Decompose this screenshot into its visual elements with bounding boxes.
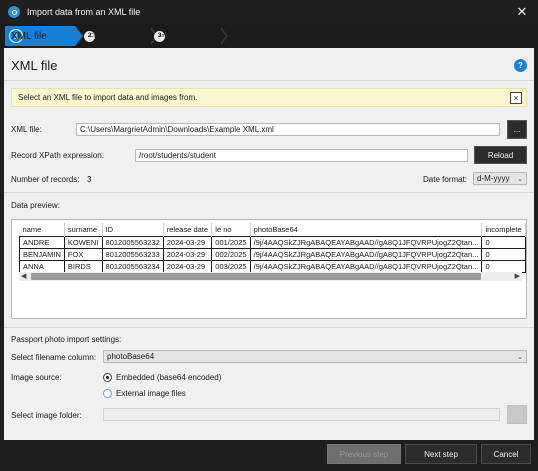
table-row[interactable]: ANDRE KOWENI 8012005563232 2024-03-29 00…: [19, 235, 526, 249]
divider: [4, 80, 534, 81]
column-header[interactable]: incomplete: [481, 223, 526, 236]
xpath-label: Record XPath expression:: [11, 151, 104, 160]
chevron-down-icon: ⌄: [517, 176, 523, 183]
xml-file-label: XML file:: [11, 125, 42, 134]
data-preview-label: Data preview:: [11, 201, 60, 210]
table-cell: 001/2025: [211, 235, 251, 249]
records-label: Number of records:: [11, 175, 80, 184]
column-header[interactable]: surname: [64, 223, 103, 236]
chevron-right-icon: [219, 27, 228, 45]
table-cell: 0: [481, 259, 526, 273]
table-cell: /9j/4AAQSkZJRgABAQEAYABgAAD//gA8Q1JFQVRP…: [250, 235, 483, 249]
column-header[interactable]: name: [19, 223, 65, 236]
data-preview-grid[interactable]: name surname ID release date le no photo…: [11, 219, 527, 319]
table-cell: FOX: [64, 247, 103, 261]
footer-bar: Previous step Next step Cancel: [0, 440, 538, 471]
step-import-data[interactable]: 3 Import data: [154, 26, 228, 46]
table-cell: BENJAMIN: [19, 247, 65, 261]
table-cell: 8012005563233: [102, 247, 164, 261]
cancel-button[interactable]: Cancel: [481, 444, 531, 464]
records-value: 3: [87, 175, 92, 184]
image-folder-field[interactable]: [103, 408, 500, 421]
step-label: XML file: [11, 30, 47, 42]
column-header[interactable]: photoBase64: [250, 223, 483, 236]
filename-column-label: Select filename column:: [11, 353, 96, 362]
table-cell: 2024-03-29: [163, 247, 213, 261]
table-cell: ANDRE: [19, 235, 65, 249]
step-xml-file[interactable]: 1 XML file: [5, 26, 83, 46]
table-cell: BIRDS: [64, 259, 103, 273]
table-cell: 003/2025: [211, 259, 251, 273]
divider: [4, 327, 534, 328]
table-cell: KOWENI: [64, 235, 103, 249]
divider: [4, 192, 534, 193]
info-banner: Select an XML file to import data and im…: [11, 88, 527, 107]
table-cell: 0: [481, 247, 526, 261]
image-source-label: Image source:: [11, 373, 62, 382]
filename-column-value: photoBase64: [107, 352, 155, 361]
embedded-radio[interactable]: [103, 373, 112, 382]
external-radio[interactable]: [103, 389, 112, 398]
table-cell: ANNA: [19, 259, 65, 273]
image-folder-label: Select image folder:: [11, 411, 82, 420]
table-header: name surname ID release date le no photo…: [19, 223, 526, 236]
passport-heading: Passport photo import settings:: [11, 335, 122, 344]
wizard-steps: 1 XML file 2 Configuration 3 Import data: [0, 24, 538, 48]
table-cell: 2024-03-29: [163, 259, 213, 273]
page-title: XML file: [11, 58, 58, 73]
next-step-button[interactable]: Next step: [405, 444, 477, 464]
previous-step-button[interactable]: Previous step: [327, 444, 401, 464]
embedded-radio-label[interactable]: Embedded (base64 encoded): [116, 373, 221, 382]
column-header[interactable]: le no: [211, 223, 251, 236]
dismiss-info-button[interactable]: ×: [510, 92, 522, 104]
date-format-value: d-M-yyyy: [477, 174, 510, 183]
browse-folder-button[interactable]: [507, 405, 527, 424]
main-panel: XML file ? Select an XML file to import …: [4, 48, 534, 440]
table-row[interactable]: BENJAMIN FOX 8012005563233 2024-03-29 00…: [19, 247, 526, 261]
xml-file-field[interactable]: C:\Users\MargrietAdmin\Downloads\Example…: [76, 123, 500, 136]
table-row[interactable]: ANNA BIRDS 8012005563234 2024-03-29 003/…: [19, 259, 526, 273]
table-cell: 8012005563232: [102, 235, 164, 249]
table-cell: 002/2025: [211, 247, 251, 261]
external-radio-label[interactable]: External image files: [116, 389, 186, 398]
column-header[interactable]: ID: [102, 223, 164, 236]
date-format-select[interactable]: d-M-yyyy ⌄: [473, 172, 527, 185]
step-configuration[interactable]: 2 Configuration: [84, 26, 158, 46]
scroll-left-icon[interactable]: ◀: [21, 272, 26, 280]
scrollbar-thumb[interactable]: [31, 273, 481, 280]
table-cell: /9j/4AAQSkZJRgABAQEAYABgAAD//gA8Q1JFQVRP…: [250, 247, 483, 261]
browse-button[interactable]: ...: [507, 120, 527, 139]
date-format-label: Date format:: [423, 175, 468, 184]
column-header[interactable]: release date: [163, 223, 213, 236]
title-bar: Import data from an XML file ✕: [0, 0, 538, 24]
help-icon[interactable]: ?: [514, 59, 527, 72]
table-cell: 8012005563234: [102, 259, 164, 273]
close-window-button[interactable]: ✕: [510, 0, 534, 24]
step-label: Configuration: [90, 33, 123, 39]
table-cell: 0: [481, 235, 526, 249]
step-arrow-icon: [75, 26, 83, 46]
window-title: Import data from an XML file: [27, 7, 141, 17]
table-cell: 2024-03-29: [163, 235, 213, 249]
filename-column-select[interactable]: photoBase64 ⌄: [103, 350, 527, 363]
xpath-field[interactable]: /root/students/student: [135, 149, 468, 162]
table-cell: /9j/4AAQSkZJRgABAQEAYABgAAD//gA8Q1JFQVRP…: [250, 259, 483, 273]
horizontal-scrollbar[interactable]: ◀ ▶: [19, 272, 522, 281]
scroll-right-icon[interactable]: ▶: [515, 272, 520, 280]
app-icon: [8, 6, 20, 18]
step-label: Import data: [160, 33, 188, 39]
reload-button[interactable]: Reload: [474, 146, 527, 164]
info-text: Select an XML file to import data and im…: [18, 93, 198, 102]
chevron-down-icon: ⌄: [517, 354, 523, 361]
